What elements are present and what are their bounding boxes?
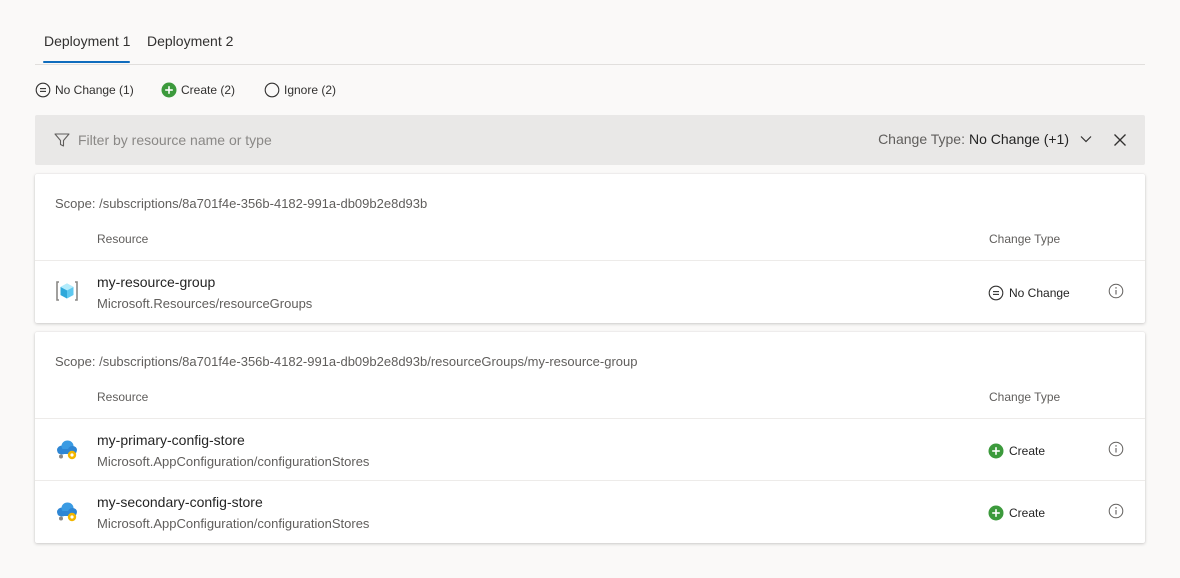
no-change-pill-label: No Change (1) — [55, 83, 134, 97]
create-icon — [161, 82, 177, 98]
change-type-text: No Change — [1009, 286, 1070, 300]
change-type-text: Create — [1009, 506, 1046, 520]
resource-type: Microsoft.AppConfiguration/configuration… — [97, 454, 370, 469]
ignore-icon — [264, 82, 280, 98]
change-type-column-header: Change Type — [989, 232, 1061, 246]
change-type-text: Create — [1009, 444, 1046, 458]
info-icon[interactable] — [1108, 503, 1124, 519]
create-filter-pill[interactable]: Create (2) — [161, 82, 235, 98]
resource-name: my-secondary-config-store — [97, 494, 263, 510]
app-configuration-icon — [57, 440, 77, 460]
chevron-down-icon — [1080, 136, 1092, 143]
resource-column-header: Resource — [97, 232, 149, 246]
selected-tab-indicator — [43, 61, 130, 63]
ignore-filter-pill[interactable]: Ignore (2) — [264, 82, 336, 98]
no-change-icon — [988, 285, 1004, 301]
change-type-label: Change Type: — [878, 131, 965, 147]
scope-card-resource-group: Scope: /subscriptions/8a701f4e-356b-4182… — [35, 332, 1145, 543]
change-type-cell: Create — [988, 505, 1045, 521]
change-type-cell: No Change — [988, 285, 1070, 301]
resource-group-icon — [56, 281, 78, 301]
table-row: my-resource-group Microsoft.Resources/re… — [35, 260, 1145, 322]
create-icon — [988, 505, 1004, 521]
filter-icon — [54, 133, 70, 147]
scope-path: Scope: /subscriptions/8a701f4e-356b-4182… — [55, 196, 428, 211]
info-icon[interactable] — [1108, 283, 1124, 299]
ignore-pill-label: Ignore (2) — [284, 83, 337, 97]
scope-path: Scope: /subscriptions/8a701f4e-356b-4182… — [55, 354, 638, 369]
create-pill-label: Create (2) — [181, 83, 236, 97]
app-configuration-icon — [57, 502, 77, 522]
change-type-cell: Create — [988, 443, 1045, 459]
create-icon — [988, 443, 1004, 459]
resource-type: Microsoft.AppConfiguration/configuration… — [97, 516, 370, 531]
no-change-filter-pill[interactable]: No Change (1) — [35, 82, 134, 98]
change-type-column-header: Change Type — [989, 390, 1061, 404]
deployment-tabs: Deployment 1 Deployment 2 — [35, 24, 1145, 65]
table-row: my-secondary-config-store Microsoft.AppC… — [35, 480, 1145, 542]
scope-card-subscription: Scope: /subscriptions/8a701f4e-356b-4182… — [35, 174, 1145, 323]
change-type-dropdown[interactable]: Change Type: No Change (+1) — [878, 131, 1093, 147]
info-icon[interactable] — [1108, 441, 1124, 457]
tab-deployment-2[interactable]: Deployment 2 — [147, 33, 233, 49]
filter-bar: Change Type: No Change (+1) — [35, 115, 1145, 165]
change-type-value: No Change (+1) — [968, 131, 1069, 147]
table-row: my-primary-config-store Microsoft.AppCon… — [35, 418, 1145, 480]
resource-name: my-primary-config-store — [97, 432, 245, 448]
clear-filter-close-icon[interactable] — [1111, 131, 1129, 149]
resource-type: Microsoft.Resources/resourceGroups — [97, 296, 313, 311]
tab-deployment-1[interactable]: Deployment 1 — [44, 33, 130, 49]
resource-filter-input[interactable] — [78, 130, 578, 150]
no-change-icon — [35, 82, 51, 98]
resource-name: my-resource-group — [97, 274, 216, 290]
resource-column-header: Resource — [97, 390, 149, 404]
